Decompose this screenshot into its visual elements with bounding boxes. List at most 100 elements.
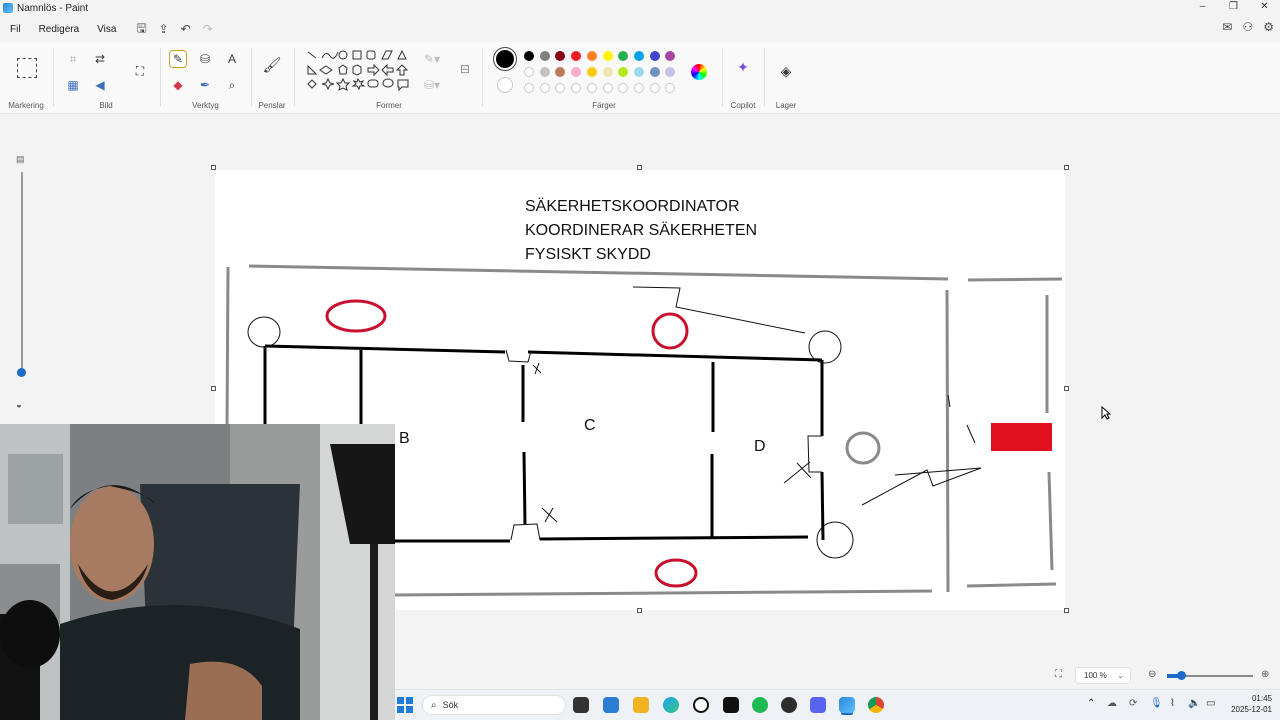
custom-color-slot[interactable] — [602, 83, 613, 93]
slider-thumb[interactable] — [17, 368, 26, 377]
menu-file[interactable]: Fil — [10, 24, 21, 35]
color-swatch[interactable] — [539, 67, 550, 77]
resize-handle[interactable] — [637, 608, 642, 613]
redo-icon[interactable]: ↷ — [203, 22, 213, 36]
file-explorer-icon[interactable] — [633, 697, 649, 713]
resize-handle[interactable] — [1064, 386, 1069, 391]
color-swatch[interactable] — [571, 51, 582, 61]
image-select-icon[interactable]: ⛶ — [131, 62, 149, 80]
color-swatch[interactable] — [649, 51, 660, 61]
resize-handle[interactable] — [211, 165, 216, 170]
pencil-icon[interactable]: ✎ — [169, 50, 187, 68]
zoom-slider-thumb[interactable] — [1177, 671, 1186, 680]
windows-start-icon[interactable] — [397, 697, 413, 713]
brush-size-slider[interactable]: ▤ ◒ — [14, 150, 30, 430]
taskbar-search-box[interactable]: ⌕ Sök — [422, 695, 566, 715]
obs-icon[interactable] — [781, 697, 797, 713]
battery-icon[interactable]: ▭ — [1206, 698, 1215, 709]
shapes-gallery-icon[interactable] — [302, 48, 412, 104]
layers-icon[interactable]: ◈ — [777, 62, 795, 80]
text-icon[interactable]: A — [223, 50, 241, 68]
capcut-icon[interactable] — [723, 697, 739, 713]
color-swatch[interactable] — [586, 67, 597, 77]
paint-taskbar-icon[interactable] — [839, 697, 855, 713]
resize-handle[interactable] — [211, 386, 216, 391]
chatgpt-icon[interactable] — [693, 697, 709, 713]
zoom-dropdown[interactable]: 100 % ⌄ — [1075, 667, 1131, 684]
color-picker-icon[interactable]: ✒ — [196, 76, 214, 94]
edge-icon[interactable] — [663, 697, 679, 713]
flip-icon[interactable]: ◀ — [91, 76, 109, 94]
network-icon[interactable]: ⌇ — [1170, 698, 1175, 709]
spotify-icon[interactable] — [752, 697, 768, 713]
custom-color-slot[interactable] — [524, 83, 534, 93]
fill-icon[interactable]: ⛁ — [196, 50, 214, 68]
minimize-button[interactable]: – — [1187, 0, 1218, 16]
color-swatch[interactable] — [602, 67, 613, 77]
color-swatch[interactable] — [524, 67, 534, 77]
crop-icon[interactable]: ⌗ — [64, 50, 82, 68]
color-swatch[interactable] — [602, 51, 613, 61]
custom-color-slot[interactable] — [571, 83, 582, 93]
account-icon[interactable]: ⚇ — [1242, 20, 1253, 34]
outline-icon[interactable]: ✎▾ — [420, 50, 444, 68]
outlook-icon[interactable] — [603, 697, 619, 713]
resize-handle[interactable] — [1064, 165, 1069, 170]
task-view-icon[interactable] — [573, 697, 589, 713]
menu-view[interactable]: Visa — [97, 24, 116, 35]
custom-color-slot[interactable] — [618, 83, 629, 93]
fit-to-window-icon[interactable]: ⛶ — [1055, 669, 1062, 680]
tray-overflow-icon[interactable]: ⌃ — [1087, 698, 1095, 709]
edit-colors-icon[interactable] — [691, 64, 707, 80]
custom-color-slot[interactable] — [586, 83, 597, 93]
microphone-icon[interactable]: 🎙 — [1150, 698, 1163, 709]
custom-color-slot[interactable] — [665, 83, 676, 93]
resize-handle[interactable] — [637, 165, 642, 170]
color-swatch[interactable] — [649, 67, 660, 77]
clock[interactable]: 01:45 2025-12-01 — [1231, 693, 1272, 715]
custom-color-slot[interactable] — [555, 83, 566, 93]
eraser-icon[interactable]: ◆ — [169, 76, 187, 94]
volume-icon[interactable]: 🔈 — [1188, 698, 1200, 709]
zoom-in-icon[interactable]: ⊕ — [1261, 669, 1269, 680]
share-icon[interactable]: ⇪ — [159, 22, 169, 36]
magnifier-icon[interactable]: ⌕ — [223, 76, 241, 94]
settings-icon[interactable]: ⚙ — [1263, 20, 1274, 34]
color-swatch[interactable] — [618, 67, 629, 77]
selection-icon[interactable] — [17, 58, 37, 78]
fill-style-icon[interactable]: ⛁▾ — [420, 76, 444, 94]
color-swatch[interactable] — [633, 67, 644, 77]
rotate-icon[interactable]: ▦ — [64, 76, 82, 94]
menu-edit[interactable]: Redigera — [39, 24, 80, 35]
copilot-icon[interactable]: ✦ — [734, 58, 752, 76]
custom-color-slot[interactable] — [649, 83, 660, 93]
brush-icon[interactable]: 🖌 — [262, 56, 281, 74]
close-button[interactable]: ✕ — [1249, 0, 1280, 16]
color-swatch[interactable] — [633, 51, 644, 61]
shapes-more-icon[interactable]: ⊟ — [456, 60, 474, 78]
undo-icon[interactable]: ↶ — [181, 22, 191, 36]
chrome-icon[interactable] — [868, 697, 884, 713]
custom-color-slot[interactable] — [633, 83, 644, 93]
color-swatch[interactable] — [539, 51, 550, 61]
save-icon[interactable]: 🖫 — [136, 19, 146, 40]
color-swatch[interactable] — [524, 51, 534, 61]
resize-handle[interactable] — [1064, 608, 1069, 613]
resize-icon[interactable]: ⇄ — [91, 50, 109, 68]
primary-color-swatch[interactable] — [496, 50, 514, 68]
color-swatch[interactable] — [665, 51, 676, 61]
custom-color-slot[interactable] — [539, 83, 550, 93]
maximize-button[interactable]: ❐ — [1218, 0, 1249, 16]
feedback-icon[interactable]: ✉ — [1222, 20, 1232, 34]
secondary-color-swatch[interactable] — [497, 77, 513, 93]
onedrive-icon[interactable]: ☁ — [1107, 698, 1117, 709]
color-swatch[interactable] — [571, 67, 582, 77]
sync-icon[interactable]: ⟳ — [1129, 698, 1137, 709]
color-swatch[interactable] — [555, 51, 566, 61]
zoom-out-icon[interactable]: ⊖ — [1148, 669, 1156, 680]
discord-icon[interactable] — [810, 697, 826, 713]
color-swatch[interactable] — [665, 67, 676, 77]
color-swatch[interactable] — [586, 51, 597, 61]
color-swatch[interactable] — [618, 51, 629, 61]
color-swatch[interactable] — [555, 67, 566, 77]
